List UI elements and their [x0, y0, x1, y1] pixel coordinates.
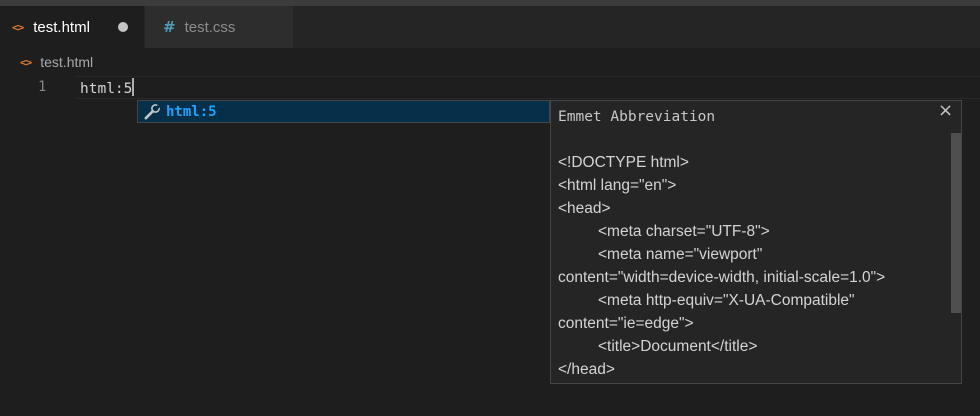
- close-icon[interactable]: ×: [938, 101, 953, 121]
- code-line[interactable]: html:5: [80, 78, 135, 97]
- doc-line: content="width=device-width, initial-sca…: [558, 269, 886, 286]
- html-file-icon: <>: [20, 55, 32, 69]
- suggest-item-label: html:5: [166, 103, 217, 120]
- wrench-icon: [144, 103, 161, 119]
- doc-line: <meta name="viewport": [598, 246, 763, 263]
- details-content: <!DOCTYPE html> <html lang="en"> <head> …: [558, 151, 950, 381]
- tab-label: test.html: [33, 18, 90, 36]
- editor-tab-bar: <> test.html # test.css: [0, 6, 980, 48]
- current-line-highlight: [76, 76, 980, 99]
- doc-line: <html lang="en">: [558, 177, 677, 194]
- doc-line: content="ie=edge">: [558, 315, 694, 332]
- doc-line: </head>: [558, 361, 615, 378]
- doc-line: <title>Document</title>: [598, 338, 758, 355]
- suggest-details-panel: Emmet Abbreviation × <!DOCTYPE html> <ht…: [550, 100, 962, 384]
- html-file-icon: <>: [12, 20, 24, 34]
- doc-line: <meta charset="UTF-8">: [598, 223, 770, 240]
- tab-label: test.css: [184, 18, 236, 36]
- unsaved-dot-icon[interactable]: [118, 22, 128, 32]
- doc-line: <!DOCTYPE html>: [558, 154, 689, 171]
- doc-line: <head>: [558, 200, 611, 217]
- details-title: Emmet Abbreviation: [558, 109, 716, 125]
- breadcrumb[interactable]: <> test.html: [20, 52, 93, 72]
- text-cursor: [132, 78, 135, 96]
- suggest-widget: html:5: [137, 100, 550, 123]
- css-file-icon: #: [163, 18, 176, 36]
- breadcrumb-label: test.html: [40, 54, 94, 70]
- doc-line: <meta http-equiv="X-UA-Compatible": [598, 292, 855, 309]
- code-text[interactable]: html:5: [80, 81, 132, 97]
- tab-test-css[interactable]: # test.css: [145, 6, 293, 48]
- line-number: 1: [38, 79, 47, 95]
- suggest-item[interactable]: html:5: [138, 101, 549, 122]
- tab-test-html[interactable]: <> test.html: [0, 6, 144, 48]
- details-scrollbar-thumb[interactable]: [951, 133, 961, 313]
